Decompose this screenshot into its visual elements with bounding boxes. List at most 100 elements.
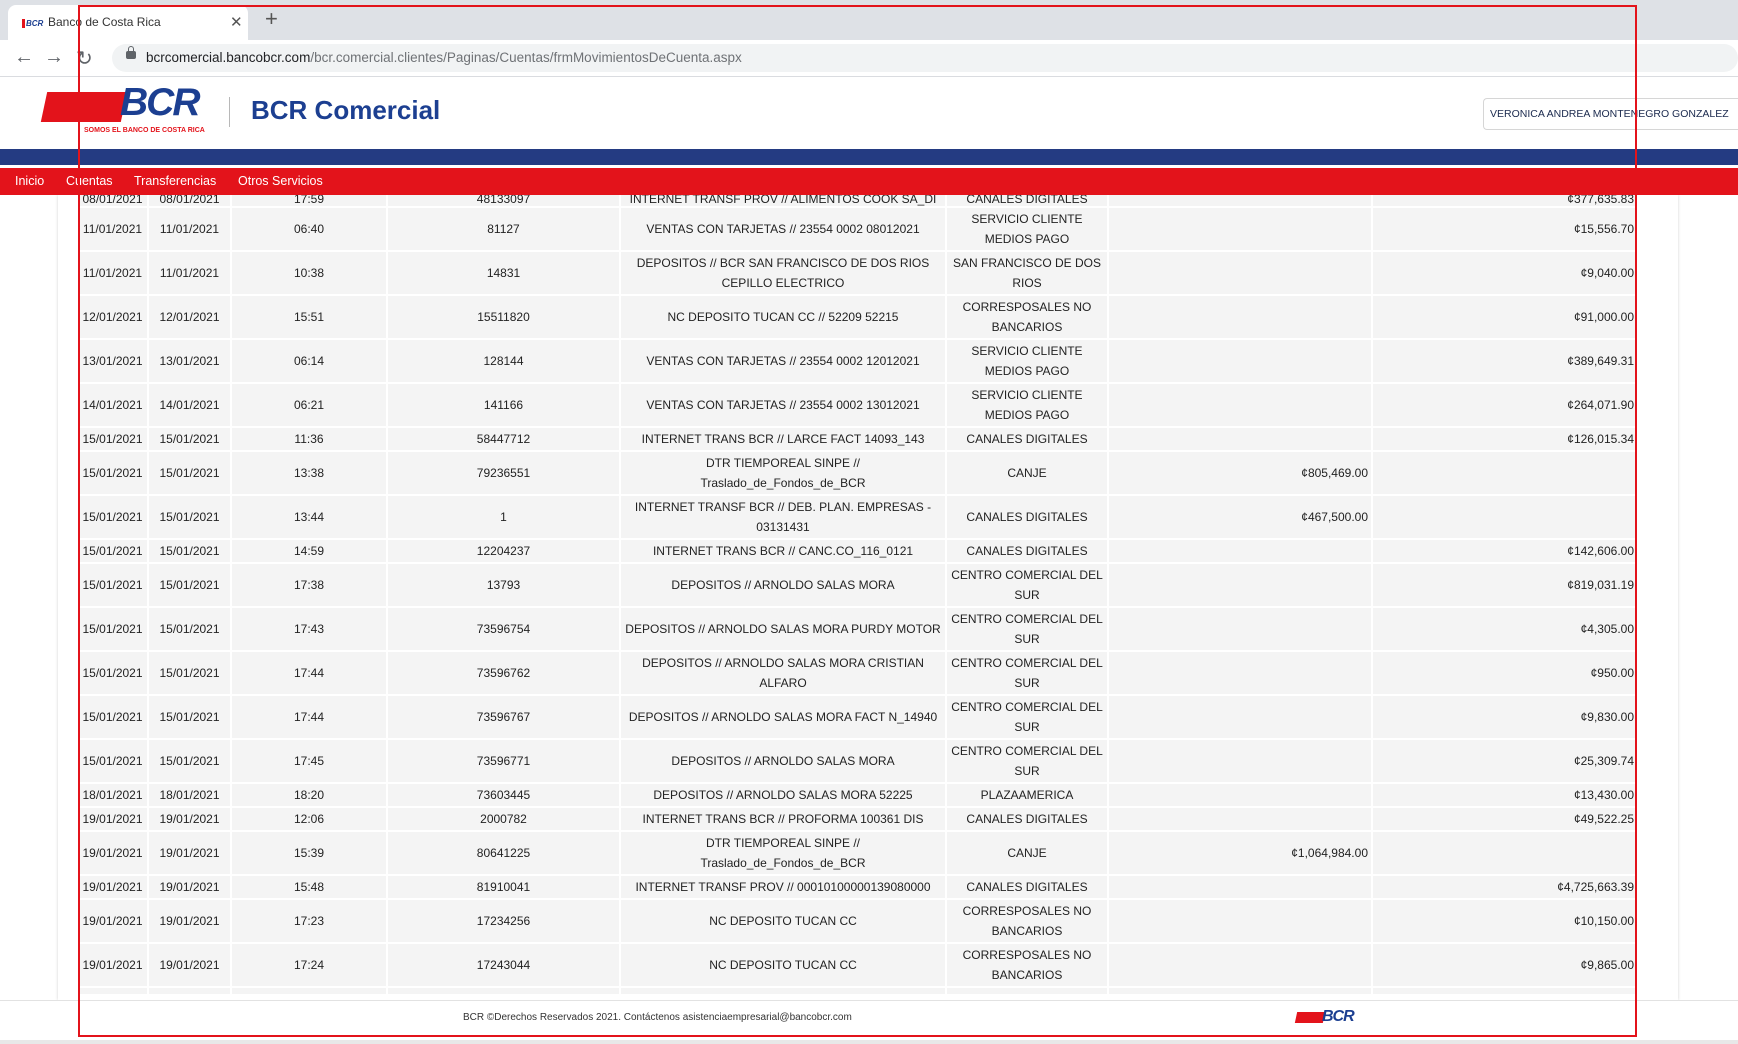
cell-hora: 06:21	[231, 383, 388, 428]
horizontal-scrollbar[interactable]	[0, 1040, 1738, 1044]
cell-fecha-contable: 13/01/2021	[78, 339, 149, 384]
menu-item-otros-servicios[interactable]: Otros Servicios	[238, 174, 323, 188]
cell-fecha-movimiento	[148, 987, 232, 994]
cell-documento: 128144	[387, 339, 621, 384]
cell-oficina: CANALES DIGITALES	[946, 495, 1109, 540]
url-text[interactable]: bcrcomercial.bancobcr.com/bcr.comercial.…	[146, 50, 742, 65]
new-tab-plus-icon[interactable]: +	[265, 6, 278, 32]
bcr-favicon-icon: BCR	[22, 19, 44, 28]
cell-descripcion: VENTAS CON TARJETAS // 23554 0002 080120…	[620, 207, 947, 252]
cell-fecha-contable: 15/01/2021	[78, 495, 149, 540]
menu-item-cuentas[interactable]: Cuentas	[66, 174, 113, 188]
cell-documento: 1	[387, 495, 621, 540]
cell-documento: 81127	[387, 207, 621, 252]
cell-fecha-contable	[78, 987, 149, 994]
cell-fecha-contable: 15/01/2021	[78, 539, 149, 564]
cell-documento: 73596762	[387, 651, 621, 696]
cell-debito	[1108, 383, 1373, 428]
footer-logo-red-shape	[1294, 1012, 1326, 1023]
cell-credito: ¢13,430.00	[1372, 783, 1638, 808]
cell-fecha-movimiento: 12/01/2021	[148, 295, 232, 340]
reload-icon[interactable]: ↻	[76, 46, 93, 71]
cell-hora: 06:14	[231, 339, 388, 384]
cell-oficina: CORRESPOSALES NO BANCARIOS	[946, 899, 1109, 944]
forward-arrow-icon[interactable]: →	[44, 46, 64, 69]
cell-credito	[1372, 495, 1638, 540]
cell-documento: 17243044	[387, 943, 621, 988]
cell-oficina: SERVICIO CLIENTE MEDIOS PAGO	[946, 383, 1109, 428]
table-row[interactable]: 15/01/2021 15/01/2021 13:44 1 INTERNET TRANS…	[78, 495, 1638, 540]
browser-tab[interactable]: BCR Banco de Costa Rica ✕	[8, 5, 248, 40]
cell-fecha-movimiento: 18/01/2021	[148, 783, 232, 808]
page-header: BCR SOMOS EL BANCO DE COSTA RICA BCR Com…	[0, 77, 1738, 149]
cell-fecha-movimiento: 19/01/2021	[148, 899, 232, 944]
cell-oficina: CANJE	[946, 831, 1109, 876]
cell-debito	[1108, 651, 1373, 696]
cell-documento: 80641225	[387, 831, 621, 876]
cell-debito	[1108, 295, 1373, 340]
table-row[interactable]: 19/01/2021 19/01/2021 17:23 17234256 NC DEPO…	[78, 899, 1638, 944]
cell-fecha-contable: 19/01/2021	[78, 899, 149, 944]
table-row[interactable]: 15/01/2021 15/01/2021 17:44 73596767 DEPOSIT…	[78, 695, 1638, 740]
transactions-table-container[interactable]: 08/01/2021 08/01/2021 17:59 48133097 INTERNE…	[78, 184, 1638, 994]
cell-documento: 73596754	[387, 607, 621, 652]
cell-oficina: SERVICIO CLIENTE MEDIOS PAGO	[946, 339, 1109, 384]
cell-documento: 14831	[387, 251, 621, 296]
cell-descripcion: INTERNET TRANSF PROV // 0001010000013908…	[620, 875, 947, 900]
menu-item-transferencias[interactable]: Transferencias	[134, 174, 216, 188]
cell-descripcion: NC DEPOSITO TUCAN CC	[620, 943, 947, 988]
cell-fecha-movimiento: 15/01/2021	[148, 651, 232, 696]
table-row[interactable]: 11/01/2021 11/01/2021 06:40 81127 VENTAS CON…	[78, 207, 1638, 252]
table-row[interactable]: 19/01/2021 19/01/2021 15:39 80641225 DTR TIE…	[78, 831, 1638, 876]
table-row[interactable]: 19/01/2021 19/01/2021 12:06 2000782 INTERNET…	[78, 807, 1638, 832]
table-row[interactable]: 15/01/2021 15/01/2021 17:38 13793 DEPOSITOS …	[78, 563, 1638, 608]
cell-credito	[1372, 831, 1638, 876]
cell-oficina: CENTRO COMERCIAL DEL SUR	[946, 695, 1109, 740]
table-row[interactable]: SERVICIO CLIENTE	[78, 987, 1638, 994]
table-row[interactable]: 15/01/2021 15/01/2021 17:44 73596762 DEPOSIT…	[78, 651, 1638, 696]
cell-debito	[1108, 987, 1373, 994]
cell-credito: ¢126,015.34	[1372, 427, 1638, 452]
table-row[interactable]: 13/01/2021 13/01/2021 06:14 128144 VENTAS CO…	[78, 339, 1638, 384]
table-row[interactable]: 18/01/2021 18/01/2021 18:20 73603445 DEPOSIT…	[78, 783, 1638, 808]
close-icon[interactable]: ✕	[230, 13, 243, 31]
cell-hora: 11:36	[231, 427, 388, 452]
cell-fecha-contable: 15/01/2021	[78, 427, 149, 452]
menu-item-inicio[interactable]: Inicio	[15, 174, 44, 188]
cell-fecha-movimiento: 15/01/2021	[148, 451, 232, 496]
cell-descripcion: DTR TIEMPOREAL SINPE // Traslado_de_Fond…	[620, 451, 947, 496]
cell-oficina: CENTRO COMERCIAL DEL SUR	[946, 651, 1109, 696]
cell-documento: 141166	[387, 383, 621, 428]
table-row[interactable]: 11/01/2021 11/01/2021 10:38 14831 DEPOSITOS …	[78, 251, 1638, 296]
table-row[interactable]: 15/01/2021 15/01/2021 13:38 79236551 DTR TIE…	[78, 451, 1638, 496]
cell-fecha-contable: 15/01/2021	[78, 607, 149, 652]
cell-credito: ¢950.00	[1372, 651, 1638, 696]
cell-documento	[387, 987, 621, 994]
table-row[interactable]: 12/01/2021 12/01/2021 15:51 15511820 NC DEPO…	[78, 295, 1638, 340]
user-name: VERONICA ANDREA MONTENEGRO GONZALEZ	[1490, 108, 1729, 120]
cell-hora: 15:39	[231, 831, 388, 876]
cell-documento: 15511820	[387, 295, 621, 340]
cell-oficina: CANALES DIGITALES	[946, 539, 1109, 564]
table-row[interactable]: 19/01/2021 19/01/2021 15:48 81910041 INTERNE…	[78, 875, 1638, 900]
main-menu: Inicio Cuentas Transferencias Otros Serv…	[0, 168, 1738, 195]
cell-documento: 81910041	[387, 875, 621, 900]
cell-documento: 73603445	[387, 783, 621, 808]
cell-fecha-contable: 15/01/2021	[78, 563, 149, 608]
cell-fecha-movimiento: 15/01/2021	[148, 539, 232, 564]
table-row[interactable]: 15/01/2021 15/01/2021 14:59 12204237 INTERNE…	[78, 539, 1638, 564]
cell-documento: 73596767	[387, 695, 621, 740]
table-row[interactable]: 15/01/2021 15/01/2021 17:45 73596771 DEPOSIT…	[78, 739, 1638, 784]
cell-credito	[1372, 987, 1638, 994]
user-menu[interactable]: VERONICA ANDREA MONTENEGRO GONZALEZ	[1483, 98, 1738, 130]
table-row[interactable]: 14/01/2021 14/01/2021 06:21 141166 VENTAS CO…	[78, 383, 1638, 428]
cell-fecha-contable: 15/01/2021	[78, 651, 149, 696]
address-bar[interactable]: bcrcomercial.bancobcr.com/bcr.comercial.…	[112, 44, 1738, 72]
cell-debito	[1108, 695, 1373, 740]
table-row[interactable]: 15/01/2021 15/01/2021 11:36 58447712 INTERNE…	[78, 427, 1638, 452]
cell-fecha-contable: 19/01/2021	[78, 831, 149, 876]
cell-credito: ¢91,000.00	[1372, 295, 1638, 340]
table-row[interactable]: 15/01/2021 15/01/2021 17:43 73596754 DEPOSIT…	[78, 607, 1638, 652]
table-row[interactable]: 19/01/2021 19/01/2021 17:24 17243044 NC DEPO…	[78, 943, 1638, 988]
back-arrow-icon[interactable]: ←	[14, 46, 34, 69]
